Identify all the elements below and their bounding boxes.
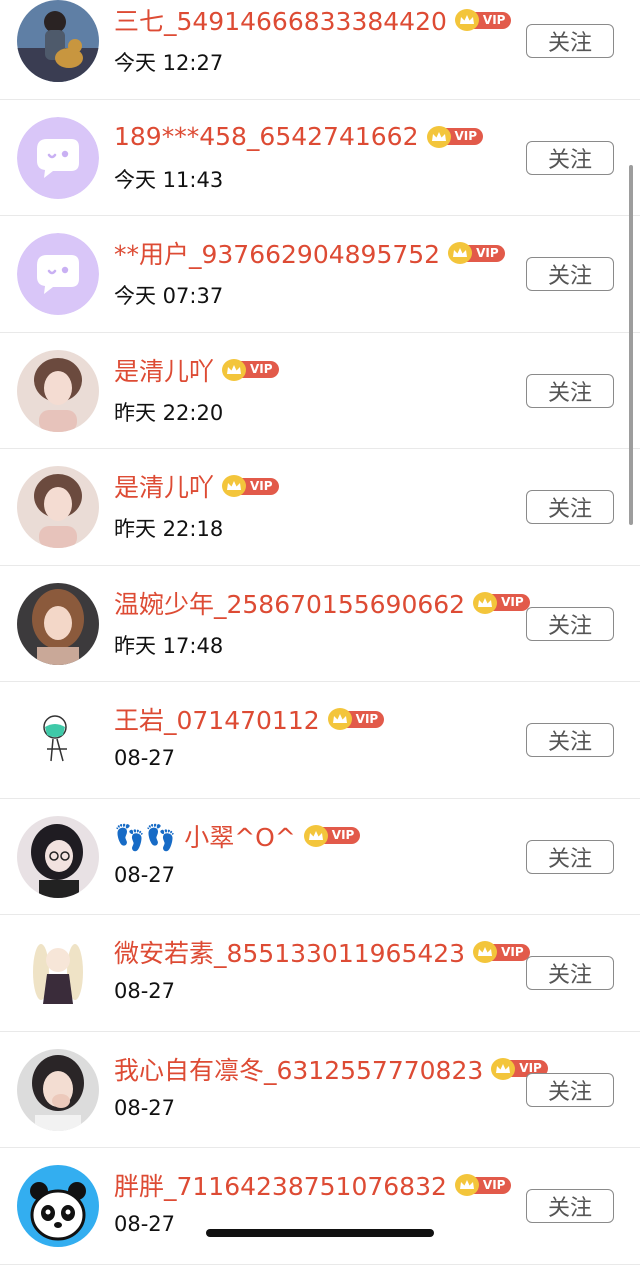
avatar[interactable] <box>17 349 99 432</box>
crown-icon <box>473 941 498 963</box>
crown-icon <box>473 591 498 614</box>
avatar[interactable] <box>17 116 99 199</box>
follow-button[interactable]: 关注 <box>526 1072 614 1107</box>
timestamp: 08-27 <box>114 1212 176 1236</box>
avatar[interactable] <box>17 699 99 781</box>
list-item[interactable]: 是清儿吖 VIP 昨天 22:20 关注 <box>0 333 640 449</box>
crown-icon <box>454 9 479 31</box>
vip-badge: VIP <box>473 941 530 963</box>
user-name[interactable]: 王岩_071470112 <box>114 701 320 737</box>
list-item[interactable]: 温婉少年_258670155690662 VIP 昨天 17:48 关注 <box>0 566 640 682</box>
follow-button[interactable]: 关注 <box>526 373 614 408</box>
vip-badge: VIP <box>303 824 361 847</box>
crown-icon <box>448 242 473 264</box>
timestamp: 昨天 17:48 <box>114 633 224 658</box>
follow-button[interactable]: 关注 <box>526 24 614 58</box>
avatar[interactable] <box>17 466 99 548</box>
list-item[interactable]: 是清儿吖 VIP 昨天 22:18 关注 <box>0 449 640 566</box>
timestamp: 08-27 <box>114 1095 176 1120</box>
crown-icon <box>426 125 451 148</box>
name-line: 王岩_071470112 VIP <box>114 701 385 737</box>
avatar[interactable] <box>17 932 99 1014</box>
user-name[interactable]: 我心自有凛冬_6312557770823 <box>114 1051 483 1087</box>
user-name[interactable]: 是清儿吖 <box>114 352 214 388</box>
user-name[interactable]: 胖胖_71164238751076832 <box>114 1167 447 1203</box>
name-line: 是清儿吖 VIP <box>114 469 279 503</box>
follower-list: 三七_54914666833384420 VIP 今天 12:27 关注 189… <box>0 0 640 1265</box>
timestamp: 今天 11:43 <box>114 167 224 192</box>
timestamp: 昨天 22:20 <box>114 400 224 425</box>
follow-button[interactable]: 关注 <box>526 839 614 874</box>
avatar[interactable] <box>17 1165 99 1247</box>
timestamp: 08-27 <box>114 979 176 1003</box>
user-name[interactable]: 👣👣 小翠^O^ <box>114 818 296 854</box>
name-line: 👣👣 小翠^O^ VIP <box>114 818 361 854</box>
name-line: 189***458_6542741662 VIP <box>114 120 484 154</box>
vip-badge: VIP <box>448 242 505 264</box>
follow-button[interactable]: 关注 <box>526 723 614 757</box>
list-item[interactable]: 三七_54914666833384420 VIP 今天 12:27 关注 <box>0 0 640 100</box>
home-indicator <box>206 1229 434 1237</box>
vip-badge: VIP <box>426 125 484 148</box>
avatar[interactable] <box>17 1048 99 1131</box>
crown-icon <box>491 1057 516 1080</box>
crown-icon <box>454 1174 479 1196</box>
list-item[interactable]: 👣👣 小翠^O^ VIP 08-27 关注 <box>0 799 640 915</box>
name-line: 三七_54914666833384420 VIP <box>114 2 512 38</box>
vip-badge: VIP <box>473 591 530 614</box>
list-item[interactable]: 胖胖_71164238751076832 VIP 08-27 关注 <box>0 1148 640 1265</box>
list-item[interactable]: 王岩_071470112 VIP 08-27 关注 <box>0 682 640 799</box>
avatar[interactable] <box>17 815 99 898</box>
name-line: 微安若素_855133011965423 VIP <box>114 935 530 969</box>
name-line: 胖胖_71164238751076832 VIP <box>114 1167 512 1203</box>
vip-badge: VIP <box>222 475 279 497</box>
crown-icon <box>303 824 328 847</box>
follow-button[interactable]: 关注 <box>526 606 614 641</box>
name-line: **用户_937662904895752 VIP <box>114 236 505 270</box>
avatar[interactable] <box>17 0 99 82</box>
scrollbar[interactable] <box>629 165 633 525</box>
timestamp: 08-27 <box>114 746 176 770</box>
follow-button[interactable]: 关注 <box>526 257 614 291</box>
vip-badge: VIP <box>454 1174 512 1196</box>
timestamp: 08-27 <box>114 862 176 887</box>
vip-badge: VIP <box>222 358 279 381</box>
name-line: 温婉少年_258670155690662 VIP <box>114 586 530 620</box>
list-item[interactable]: 189***458_6542741662 VIP 今天 11:43 关注 <box>0 100 640 216</box>
crown-icon <box>327 708 352 730</box>
list-item[interactable]: 微安若素_855133011965423 VIP 08-27 关注 <box>0 915 640 1032</box>
user-name[interactable]: 温婉少年_258670155690662 <box>114 585 465 621</box>
user-name[interactable]: **用户_937662904895752 <box>114 235 440 271</box>
list-item[interactable]: 我心自有凛冬_6312557770823 VIP 08-27 关注 <box>0 1032 640 1148</box>
timestamp: 今天 12:27 <box>114 51 224 75</box>
name-line: 是清儿吖 VIP <box>114 353 279 387</box>
avatar[interactable] <box>17 582 99 665</box>
follow-button[interactable]: 关注 <box>526 1189 614 1223</box>
crown-icon <box>222 358 247 381</box>
user-name[interactable]: 189***458_6542741662 <box>114 122 419 151</box>
name-line: 我心自有凛冬_6312557770823 VIP <box>114 1052 548 1086</box>
vip-badge: VIP <box>454 9 512 31</box>
avatar[interactable] <box>17 233 99 315</box>
vip-badge: VIP <box>327 708 385 730</box>
follow-button[interactable]: 关注 <box>526 956 614 990</box>
timestamp: 昨天 22:18 <box>114 517 224 541</box>
crown-icon <box>222 475 247 497</box>
follow-button[interactable]: 关注 <box>526 490 614 524</box>
list-item[interactable]: **用户_937662904895752 VIP 今天 07:37 关注 <box>0 216 640 333</box>
user-name[interactable]: 三七_54914666833384420 <box>114 2 447 38</box>
user-name[interactable]: 是清儿吖 <box>114 468 214 504</box>
follow-button[interactable]: 关注 <box>526 140 614 175</box>
timestamp: 今天 07:37 <box>114 284 224 308</box>
user-name[interactable]: 微安若素_855133011965423 <box>114 934 465 970</box>
